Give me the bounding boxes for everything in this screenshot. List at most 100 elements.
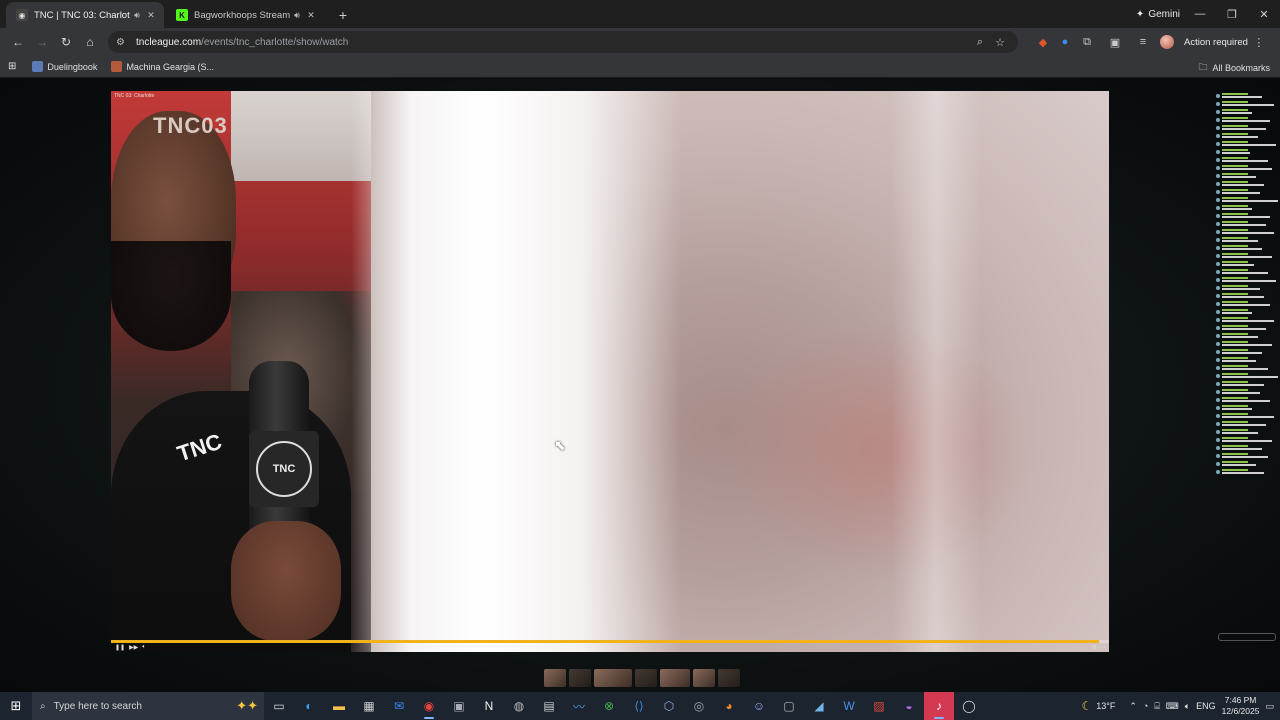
app-icon[interactable]: ▣ [444, 692, 474, 720]
firefox-icon[interactable]: ◕ [714, 692, 744, 720]
restore-icon[interactable]: ❐ [1216, 0, 1248, 28]
file-explorer-icon[interactable]: ▬ [324, 692, 354, 720]
thumbnail[interactable] [718, 669, 740, 687]
chat-username [1222, 285, 1248, 287]
chat-message [1216, 205, 1276, 210]
chat-message [1216, 253, 1276, 258]
chat-text [1222, 392, 1260, 394]
extensions-puzzle-icon[interactable]: ⧉ [1076, 31, 1098, 53]
home-icon[interactable]: ⌂ [78, 30, 102, 54]
close-tab-icon[interactable]: ✕ [144, 10, 158, 21]
speaker-icon[interactable]: 🔊︎ [130, 10, 144, 21]
edge-icon[interactable]: ◐ [294, 692, 324, 720]
windows-start-icon[interactable]: ⊞ [0, 692, 32, 720]
chat-message [1216, 397, 1276, 402]
settings-icon[interactable]: ⚙ [1091, 644, 1096, 651]
close-tab-icon[interactable]: ✕ [304, 10, 318, 21]
taskbar-search[interactable]: ⌕ Type here to search ✦✦ [32, 692, 264, 720]
fullscreen-icon[interactable]: ⛶ [1101, 644, 1105, 651]
chat-username [1222, 125, 1248, 127]
chat-message [1216, 213, 1276, 218]
chat-username [1222, 333, 1248, 335]
close-window-icon[interactable]: ✕ [1248, 0, 1280, 28]
arrow-app-icon[interactable]: ◢ [804, 692, 834, 720]
volume-icon[interactable]: 🔈︎ [142, 644, 146, 651]
tray-app-icon[interactable]: ◔ [1143, 701, 1148, 711]
address-bar[interactable]: ⚙ tncleague.com/events/tnc_charlotte/sho… [108, 31, 1018, 53]
thumbnail[interactable] [660, 669, 690, 687]
chat-message [1216, 285, 1276, 290]
tab-tnc[interactable]: ◉ TNC | TNC 03: Charlotte 🔊︎ ✕ [6, 2, 164, 28]
pause-icon[interactable]: ❚❚ [115, 644, 125, 651]
thumbnail[interactable] [569, 669, 591, 687]
thumbnail[interactable] [594, 669, 632, 687]
globe-icon[interactable]: ◍ [504, 692, 534, 720]
steam-icon[interactable]: ◎ [684, 692, 714, 720]
notification-icon[interactable]: ▭ [1265, 701, 1274, 712]
chat-text [1222, 208, 1252, 210]
zoom-search-icon[interactable]: ⌕ [970, 36, 990, 49]
extension-fox-icon[interactable]: ◆ [1032, 31, 1054, 53]
video-bright-blur [351, 91, 681, 652]
thumbnail[interactable] [544, 669, 566, 687]
profile-avatar[interactable] [1160, 35, 1174, 49]
media-queue-icon[interactable]: ≡ [1132, 31, 1154, 53]
chat-avatar-icon [1216, 262, 1220, 266]
box-icon[interactable]: ▢ [774, 692, 804, 720]
chat-panel[interactable] [1216, 93, 1278, 663]
vscode-icon[interactable]: ⟨⟩ [624, 692, 654, 720]
extension-blue-icon[interactable]: ● [1054, 31, 1076, 53]
bookmark-star-icon[interactable]: ☆ [990, 36, 1010, 49]
volume-icon[interactable]: 🔈︎ [1185, 701, 1190, 712]
notion-icon[interactable]: N [474, 692, 504, 720]
tab-bagworkhoops[interactable]: K Bagworkhoops Stream - W 🔊︎ ✕ [166, 2, 324, 28]
chat-avatar-icon [1216, 286, 1220, 290]
apps-grid-icon[interactable]: ⊞ [8, 61, 16, 72]
forward-icon[interactable]: → [30, 30, 54, 54]
chat-text [1222, 248, 1262, 250]
tiktok-icon[interactable]: ♪ [924, 692, 954, 720]
chat-text [1222, 304, 1270, 306]
chat-input[interactable] [1218, 633, 1276, 641]
skip-icon[interactable]: ▶▶ [129, 644, 138, 651]
back-icon[interactable]: ← [6, 30, 30, 54]
keyboard-icon[interactable]: ⌨ [1166, 701, 1179, 712]
discord-icon[interactable]: ☺ [744, 692, 774, 720]
task-view-icon[interactable]: ▭ [264, 692, 294, 720]
bookmark-machina-geargia[interactable]: Machina Geargia (S... [111, 61, 214, 72]
thumbnail[interactable] [693, 669, 715, 687]
xbox-icon[interactable]: ⊗ [594, 692, 624, 720]
word-icon[interactable]: W [834, 692, 864, 720]
gemini-button[interactable]: ✦ Gemini [1136, 5, 1180, 23]
video-player[interactable]: TNC03 TNC TNC TNC 03: Charlotte [111, 91, 1109, 652]
site-info-icon[interactable]: ⚙ [116, 37, 130, 48]
reload-icon[interactable]: ↻ [54, 30, 78, 54]
bookmark-duelingbook[interactable]: Duelingbook [32, 61, 97, 72]
obs-icon[interactable]: ◯ [954, 692, 984, 720]
thumbnail[interactable] [635, 669, 657, 687]
chat-message [1216, 413, 1276, 418]
calculator-icon[interactable]: ▤ [534, 692, 564, 720]
minimize-icon[interactable]: — [1184, 0, 1216, 28]
split-view-icon[interactable]: ▣ [1104, 31, 1126, 53]
store-icon[interactable]: ▦ [354, 692, 384, 720]
chat-message [1216, 357, 1276, 362]
pdf-icon[interactable]: ▨ [864, 692, 894, 720]
network-icon[interactable]: ⌸ [1154, 701, 1159, 712]
chevron-up-icon[interactable]: ⌃ [1129, 701, 1137, 712]
action-required-label[interactable]: Action required [1184, 37, 1248, 48]
menu-kebab-icon[interactable]: ⋮ [1248, 31, 1270, 53]
chat-avatar-icon [1216, 174, 1220, 178]
chrome-icon[interactable]: ◉ [414, 692, 444, 720]
new-tab-button[interactable]: + [332, 4, 354, 26]
wave-icon[interactable]: 〰 [564, 692, 594, 720]
mail-icon[interactable]: ✉ [384, 692, 414, 720]
all-bookmarks-button[interactable]: 🗀 All Bookmarks [1198, 60, 1270, 76]
clock[interactable]: 7:46 PM 12/6/2025 [1222, 695, 1260, 717]
language-indicator[interactable]: ENG [1196, 701, 1216, 711]
chat-text [1222, 104, 1274, 106]
cube-icon[interactable]: ⬡ [654, 692, 684, 720]
weather-widget[interactable]: ☾ 13°F [1081, 699, 1115, 713]
speaker-icon[interactable]: 🔊︎ [290, 10, 304, 21]
messenger-icon[interactable]: ◒ [894, 692, 924, 720]
